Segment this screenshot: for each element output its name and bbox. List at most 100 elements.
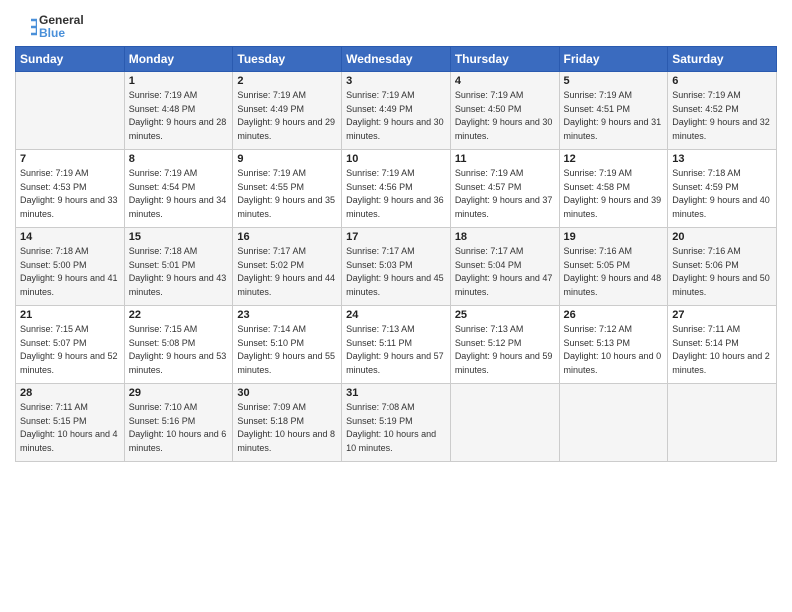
calendar-cell	[559, 384, 668, 462]
day-number: 28	[20, 387, 120, 399]
calendar-cell	[450, 384, 559, 462]
day-info: Sunrise: 7:13 AMSunset: 5:11 PMDaylight:…	[346, 324, 444, 375]
calendar-cell: 7 Sunrise: 7:19 AMSunset: 4:53 PMDaylight…	[16, 150, 125, 228]
week-row-5: 28 Sunrise: 7:11 AMSunset: 5:15 PMDayligh…	[16, 384, 777, 462]
calendar-cell: 23Sunrise: 7:14 AMSunset: 5:10 PMDayligh…	[233, 306, 342, 384]
col-header-wednesday: Wednesday	[342, 47, 451, 72]
day-number: 22	[129, 309, 229, 321]
calendar-cell: 13 Sunrise: 7:18 AMSunset: 4:59 PMDayligh…	[668, 150, 777, 228]
logo: General Blue	[15, 14, 84, 40]
day-number: 20	[672, 231, 772, 243]
calendar-cell: 12 Sunrise: 7:19 AMSunset: 4:58 PMDayligh…	[559, 150, 668, 228]
day-info: Sunrise: 7:19 AMSunset: 4:57 PMDaylight:…	[455, 168, 553, 219]
calendar-cell: 6Sunrise: 7:19 AMSunset: 4:52 PMDaylight…	[668, 72, 777, 150]
day-info: Sunrise: 7:16 AMSunset: 5:05 PMDaylight:…	[564, 246, 662, 297]
calendar-cell: 1 Sunrise: 7:19 AMSunset: 4:48 PMDaylight…	[124, 72, 233, 150]
logo-icon	[15, 16, 37, 38]
calendar-cell: 25 Sunrise: 7:13 AMSunset: 5:12 PMDayligh…	[450, 306, 559, 384]
day-number: 9	[237, 153, 337, 165]
calendar-cell: 9 Sunrise: 7:19 AMSunset: 4:55 PMDaylight…	[233, 150, 342, 228]
day-number: 23	[237, 309, 337, 321]
day-number: 25	[455, 309, 555, 321]
day-number: 17	[346, 231, 446, 243]
day-number: 19	[564, 231, 664, 243]
week-row-4: 21 Sunrise: 7:15 AMSunset: 5:07 PMDayligh…	[16, 306, 777, 384]
day-info: Sunrise: 7:19 AMSunset: 4:58 PMDaylight:…	[564, 168, 662, 219]
day-info: Sunrise: 7:17 AMSunset: 5:03 PMDaylight:…	[346, 246, 444, 297]
day-number: 16	[237, 231, 337, 243]
day-info: Sunrise: 7:19 AMSunset: 4:56 PMDaylight:…	[346, 168, 444, 219]
week-row-2: 7 Sunrise: 7:19 AMSunset: 4:53 PMDaylight…	[16, 150, 777, 228]
calendar-cell: 22 Sunrise: 7:15 AMSunset: 5:08 PMDayligh…	[124, 306, 233, 384]
day-info: Sunrise: 7:18 AMSunset: 5:00 PMDaylight:…	[20, 246, 118, 297]
day-number: 5	[564, 75, 664, 87]
calendar-cell	[668, 384, 777, 462]
calendar-cell: 10Sunrise: 7:19 AMSunset: 4:56 PMDayligh…	[342, 150, 451, 228]
day-number: 26	[564, 309, 664, 321]
calendar-cell: 16Sunrise: 7:17 AMSunset: 5:02 PMDayligh…	[233, 228, 342, 306]
calendar-cell: 29 Sunrise: 7:10 AMSunset: 5:16 PMDayligh…	[124, 384, 233, 462]
day-info: Sunrise: 7:11 AMSunset: 5:15 PMDaylight:…	[20, 402, 118, 453]
day-number: 11	[455, 153, 555, 165]
calendar-cell: 21 Sunrise: 7:15 AMSunset: 5:07 PMDayligh…	[16, 306, 125, 384]
calendar-cell: 8Sunrise: 7:19 AMSunset: 4:54 PMDaylight…	[124, 150, 233, 228]
day-number: 12	[564, 153, 664, 165]
day-number: 30	[237, 387, 337, 399]
day-info: Sunrise: 7:19 AMSunset: 4:55 PMDaylight:…	[237, 168, 335, 219]
day-number: 29	[129, 387, 229, 399]
calendar-cell: 26Sunrise: 7:12 AMSunset: 5:13 PMDayligh…	[559, 306, 668, 384]
calendar-cell: 31Sunrise: 7:08 AMSunset: 5:19 PMDayligh…	[342, 384, 451, 462]
col-header-friday: Friday	[559, 47, 668, 72]
day-number: 18	[455, 231, 555, 243]
day-info: Sunrise: 7:19 AMSunset: 4:50 PMDaylight:…	[455, 90, 553, 141]
day-info: Sunrise: 7:19 AMSunset: 4:51 PMDaylight:…	[564, 90, 662, 141]
calendar-cell	[16, 72, 125, 150]
day-number: 2	[237, 75, 337, 87]
day-number: 1	[129, 75, 229, 87]
calendar-cell: 3Sunrise: 7:19 AMSunset: 4:49 PMDaylight…	[342, 72, 451, 150]
day-info: Sunrise: 7:19 AMSunset: 4:49 PMDaylight:…	[237, 90, 335, 141]
day-info: Sunrise: 7:18 AMSunset: 5:01 PMDaylight:…	[129, 246, 227, 297]
day-info: Sunrise: 7:17 AMSunset: 5:04 PMDaylight:…	[455, 246, 553, 297]
col-header-monday: Monday	[124, 47, 233, 72]
day-info: Sunrise: 7:19 AMSunset: 4:48 PMDaylight:…	[129, 90, 227, 141]
day-number: 4	[455, 75, 555, 87]
calendar-cell: 19 Sunrise: 7:16 AMSunset: 5:05 PMDayligh…	[559, 228, 668, 306]
day-number: 15	[129, 231, 229, 243]
col-header-tuesday: Tuesday	[233, 47, 342, 72]
day-info: Sunrise: 7:16 AMSunset: 5:06 PMDaylight:…	[672, 246, 770, 297]
day-number: 7	[20, 153, 120, 165]
day-info: Sunrise: 7:19 AMSunset: 4:53 PMDaylight:…	[20, 168, 118, 219]
calendar-cell: 5 Sunrise: 7:19 AMSunset: 4:51 PMDaylight…	[559, 72, 668, 150]
calendar-cell: 4 Sunrise: 7:19 AMSunset: 4:50 PMDaylight…	[450, 72, 559, 150]
day-number: 8	[129, 153, 229, 165]
calendar-cell: 20 Sunrise: 7:16 AMSunset: 5:06 PMDayligh…	[668, 228, 777, 306]
day-info: Sunrise: 7:18 AMSunset: 4:59 PMDaylight:…	[672, 168, 770, 219]
day-number: 31	[346, 387, 446, 399]
day-number: 13	[672, 153, 772, 165]
col-header-sunday: Sunday	[16, 47, 125, 72]
day-number: 6	[672, 75, 772, 87]
logo-blue: Blue	[39, 27, 84, 40]
week-row-3: 14Sunrise: 7:18 AMSunset: 5:00 PMDayligh…	[16, 228, 777, 306]
week-row-1: 1 Sunrise: 7:19 AMSunset: 4:48 PMDaylight…	[16, 72, 777, 150]
calendar-cell: 24 Sunrise: 7:13 AMSunset: 5:11 PMDayligh…	[342, 306, 451, 384]
calendar-cell: 2 Sunrise: 7:19 AMSunset: 4:49 PMDaylight…	[233, 72, 342, 150]
col-header-thursday: Thursday	[450, 47, 559, 72]
day-number: 21	[20, 309, 120, 321]
calendar-cell: 11 Sunrise: 7:19 AMSunset: 4:57 PMDayligh…	[450, 150, 559, 228]
day-info: Sunrise: 7:19 AMSunset: 4:49 PMDaylight:…	[346, 90, 444, 141]
col-header-saturday: Saturday	[668, 47, 777, 72]
calendar-cell: 17 Sunrise: 7:17 AMSunset: 5:03 PMDayligh…	[342, 228, 451, 306]
day-number: 24	[346, 309, 446, 321]
calendar-cell: 28 Sunrise: 7:11 AMSunset: 5:15 PMDayligh…	[16, 384, 125, 462]
calendar-cell: 30 Sunrise: 7:09 AMSunset: 5:18 PMDayligh…	[233, 384, 342, 462]
calendar-table: SundayMondayTuesdayWednesdayThursdayFrid…	[15, 46, 777, 462]
day-number: 27	[672, 309, 772, 321]
day-info: Sunrise: 7:09 AMSunset: 5:18 PMDaylight:…	[237, 402, 335, 453]
day-info: Sunrise: 7:10 AMSunset: 5:16 PMDaylight:…	[129, 402, 227, 453]
day-info: Sunrise: 7:15 AMSunset: 5:07 PMDaylight:…	[20, 324, 118, 375]
day-info: Sunrise: 7:11 AMSunset: 5:14 PMDaylight:…	[672, 324, 770, 375]
day-info: Sunrise: 7:13 AMSunset: 5:12 PMDaylight:…	[455, 324, 553, 375]
day-info: Sunrise: 7:15 AMSunset: 5:08 PMDaylight:…	[129, 324, 227, 375]
